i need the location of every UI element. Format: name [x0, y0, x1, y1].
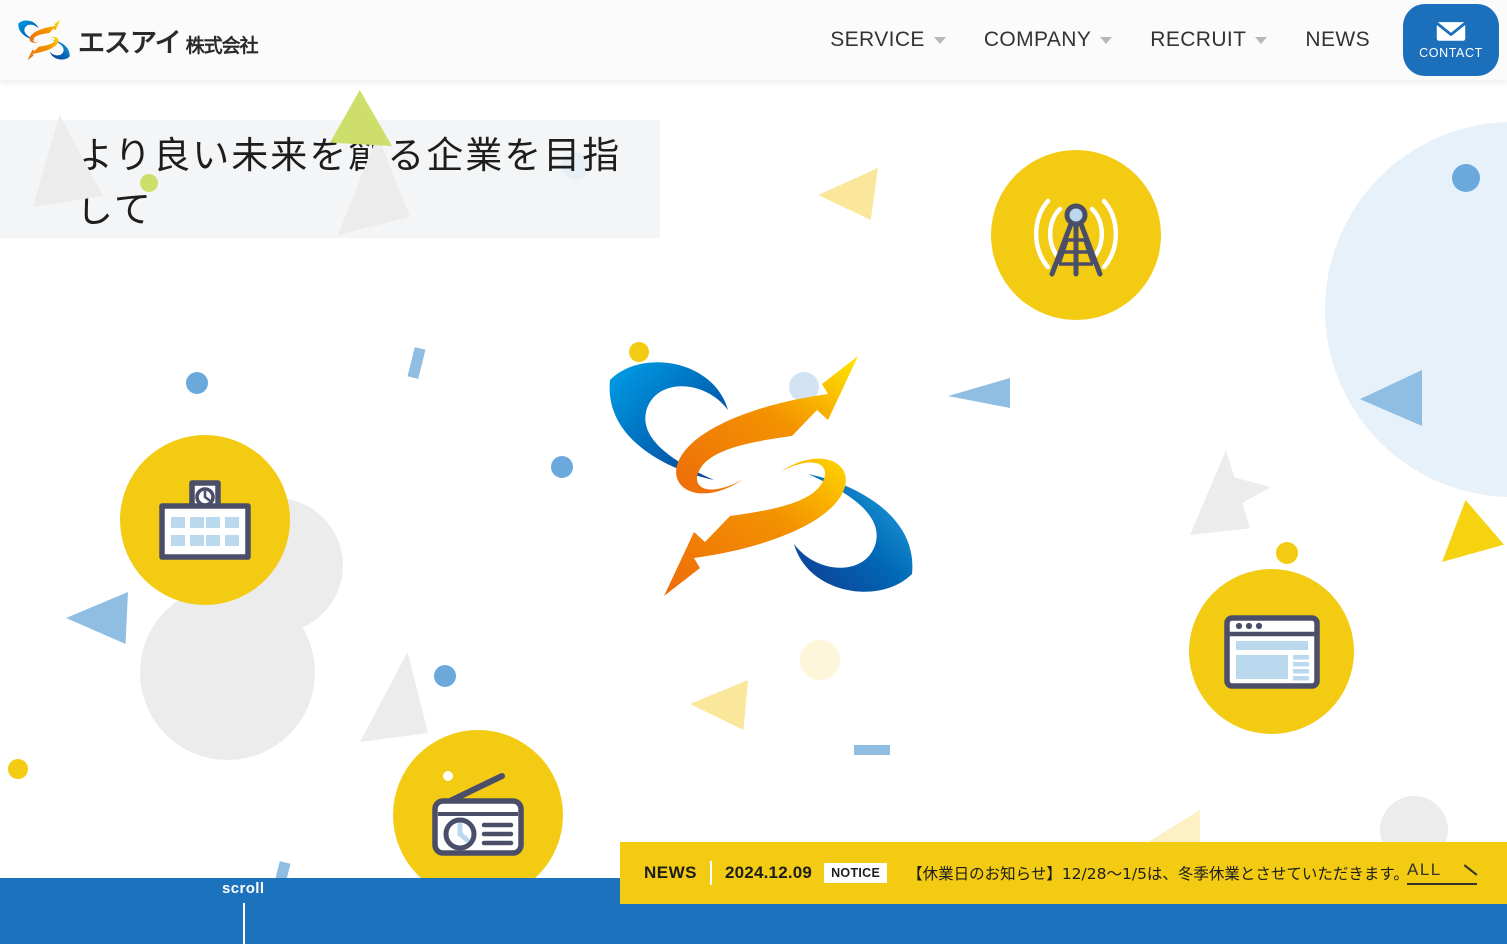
hero-section: より良い未来を創る企業を目指して	[0, 80, 1507, 878]
feature-icon-broadcast-tower[interactable]	[991, 150, 1161, 320]
brand-name-suffix: 株式会社	[185, 34, 259, 57]
decor-green-triangle	[330, 90, 392, 146]
scroll-label[interactable]: scroll	[222, 880, 264, 897]
broadcast-tower-icon	[1033, 198, 1119, 277]
decor-blue-dot-3	[186, 372, 208, 394]
scroll-indicator-line	[243, 903, 245, 944]
chevron-down-icon	[1100, 36, 1113, 44]
hero-logo-mark	[596, 342, 926, 612]
decor-blue-bar-4	[272, 861, 291, 878]
decor-blue-dot-5	[434, 665, 456, 687]
decor-yellow-triangle-1	[1442, 500, 1504, 562]
news-all-link[interactable]: ALL	[1407, 860, 1477, 885]
hero-headline-band: より良い未来を創る企業を目指して	[0, 120, 660, 238]
decor-pale-yellow-dot	[800, 640, 840, 680]
arrow-right-icon	[1407, 883, 1477, 885]
news-all-label: ALL	[1407, 860, 1442, 879]
chevron-down-icon	[1255, 36, 1268, 44]
page-root: より良い未来を創る企業を目指して NEWS 2024.12.09 NOTICE …	[0, 0, 1507, 944]
decor-gray-triangle-3	[360, 652, 428, 742]
news-category-badge: NOTICE	[824, 863, 888, 883]
browser-window-icon	[1223, 614, 1320, 689]
decor-blue-dot-4	[551, 456, 573, 478]
nav-item-recruit[interactable]: RECRUIT	[1131, 28, 1286, 52]
feature-icon-browser-window[interactable]	[1189, 569, 1354, 734]
decor-pale-yellow-triangle-1	[818, 168, 878, 220]
nav-item-news[interactable]: NEWS	[1286, 28, 1389, 52]
decor-blue-triangle-2	[66, 592, 128, 644]
decor-gray-circle-2	[140, 585, 315, 760]
nav-label-service: SERVICE	[830, 28, 925, 51]
brand-name-kana: エスアイ	[78, 27, 182, 59]
nav-label-recruit: RECRUIT	[1150, 28, 1247, 51]
school-building-icon	[159, 480, 251, 560]
decor-yellow-dot-2	[8, 759, 28, 779]
nav-label-news: NEWS	[1305, 28, 1370, 51]
feature-icon-radio[interactable]	[393, 730, 563, 878]
decor-blue-bar-2	[854, 745, 890, 755]
feature-icon-school-building[interactable]	[120, 435, 290, 605]
s-swoosh-logo-icon	[16, 12, 72, 68]
nav-item-company[interactable]: COMPANY	[965, 28, 1131, 52]
decor-yellow-dot-3	[1276, 542, 1298, 564]
nav-item-service[interactable]: SERVICE	[811, 28, 965, 52]
brand-logo[interactable]: エスアイ 株式会社	[16, 8, 259, 72]
contact-button[interactable]: CONTACT	[1403, 4, 1499, 76]
contact-button-label: CONTACT	[1419, 46, 1483, 60]
news-label: NEWS	[644, 863, 697, 882]
envelope-icon	[1436, 22, 1466, 41]
decor-blue-bar-3	[407, 347, 426, 379]
decor-green-dot	[140, 174, 158, 192]
nav-label-company: COMPANY	[983, 28, 1092, 51]
news-headline-link[interactable]: 【休業日のお知らせ】12/28〜1/5は、冬季休業とさせていただきます。	[907, 862, 1409, 884]
news-divider	[710, 861, 712, 885]
news-date: 2024.12.09	[725, 863, 813, 882]
decor-pale-yellow-triangle-2	[690, 680, 748, 730]
main-navigation: SERVICE COMPANY RECRUIT NEWS	[811, 0, 1389, 80]
site-header: エスアイ 株式会社 SERVICE COMPANY RECRUIT NEWS C…	[0, 0, 1507, 80]
chevron-down-icon	[933, 36, 946, 44]
decor-blue-dot-1	[1452, 164, 1480, 192]
decor-blue-triangle-3	[948, 378, 1010, 408]
news-ticker-bar: NEWS 2024.12.09 NOTICE 【休業日のお知らせ】12/28〜1…	[620, 842, 1507, 904]
radio-icon	[432, 768, 524, 856]
